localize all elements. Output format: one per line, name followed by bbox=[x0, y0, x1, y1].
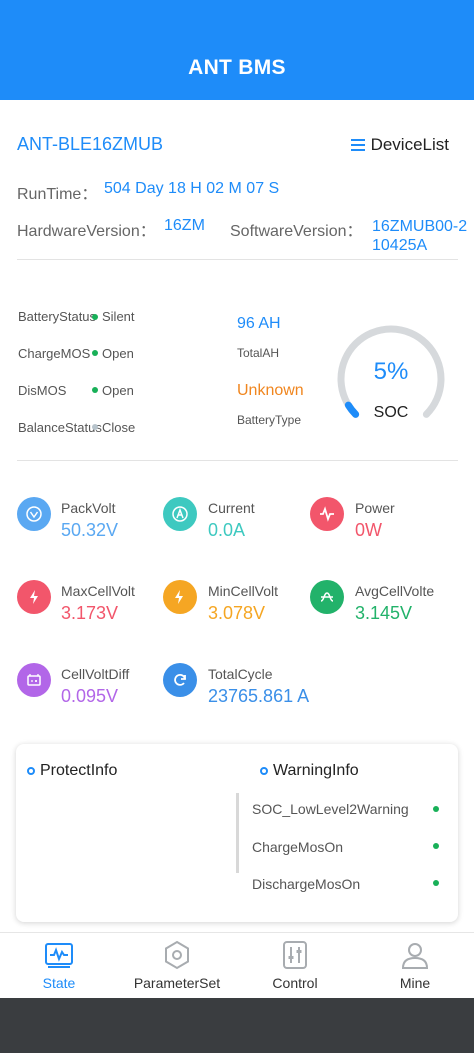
current-value: 0.0A bbox=[208, 520, 246, 540]
tab-state[interactable]: State bbox=[0, 933, 118, 999]
software-version-label: SoftwareVersion： bbox=[230, 223, 363, 240]
battery-status-dot bbox=[92, 314, 98, 320]
warning-dot bbox=[433, 806, 439, 812]
tab-parameter-set[interactable]: ParameterSet bbox=[118, 933, 236, 999]
total-cycle-label: TotalCycle bbox=[208, 666, 273, 682]
balance-status-label: BalanceStatus bbox=[18, 420, 102, 435]
min-cell-volt-label: MinCellVolt bbox=[208, 583, 279, 599]
device-name: ANT-BLE16ZMUB bbox=[17, 134, 164, 154]
pulse-icon bbox=[310, 497, 344, 531]
battery-type-label: BatteryType bbox=[237, 413, 302, 427]
dis-mos-dot bbox=[92, 387, 98, 393]
dis-mos-value: Open bbox=[102, 383, 134, 398]
system-nav-bar bbox=[0, 998, 474, 1053]
lightning-minus-icon bbox=[163, 580, 197, 614]
current-label: Current bbox=[208, 500, 255, 516]
hexagon-icon bbox=[165, 940, 189, 970]
max-cell-volt-value: 3.173V bbox=[61, 603, 119, 623]
list-icon bbox=[350, 139, 365, 151]
protect-info-title: ProtectInfo bbox=[40, 762, 118, 779]
app-title: ANT BMS bbox=[188, 56, 286, 79]
power-value: 0W bbox=[355, 520, 382, 540]
device-list-button[interactable]: DeviceList bbox=[350, 135, 449, 155]
warning-item: SOC_LowLevel2Warning bbox=[252, 801, 409, 817]
pack-volt-label: PackVolt bbox=[61, 500, 116, 516]
total-cycle-value: 23765.861 A bbox=[208, 686, 310, 706]
protect-info-header: ProtectInfo bbox=[27, 762, 117, 780]
charge-mos-label: ChargeMOS bbox=[18, 346, 91, 361]
battery-icon bbox=[17, 663, 51, 697]
soc-percent: 5% bbox=[373, 358, 409, 385]
user-icon bbox=[401, 943, 429, 969]
soc-label: SOC bbox=[373, 404, 409, 421]
total-ah-value: 96 AH bbox=[237, 315, 281, 332]
warning-divider bbox=[236, 793, 239, 873]
pack-volt-value: 50.32V bbox=[61, 520, 119, 540]
min-cell-volt-value: 3.078V bbox=[208, 603, 266, 623]
divider bbox=[17, 460, 458, 461]
dis-mos-label: DisMOS bbox=[18, 383, 67, 398]
battery-status-label: BatteryStatus bbox=[18, 309, 97, 324]
warning-dot bbox=[433, 880, 439, 886]
runtime-label: RunTime： bbox=[17, 186, 98, 203]
circle-icon bbox=[27, 767, 35, 775]
bottom-tab-bar: State ParameterSet Control Mine bbox=[0, 932, 474, 998]
charge-mos-dot bbox=[92, 350, 98, 356]
ampere-icon bbox=[163, 497, 197, 531]
tab-parameter-set-label: ParameterSet bbox=[133, 975, 221, 991]
sliders-icon bbox=[283, 941, 307, 969]
battery-status-value: Silent bbox=[102, 309, 135, 324]
cell-volt-diff-value: 0.095V bbox=[61, 686, 119, 706]
battery-type-value: Unknown bbox=[237, 382, 304, 399]
refresh-icon bbox=[163, 663, 197, 697]
warning-item: DischargeMosOn bbox=[252, 876, 361, 892]
tab-state-label: State bbox=[42, 975, 76, 991]
status-bar bbox=[0, 0, 474, 36]
chart-icon bbox=[45, 943, 73, 968]
wave-icon bbox=[310, 580, 344, 614]
balance-status-value: Close bbox=[102, 420, 136, 435]
divider bbox=[17, 259, 458, 260]
tab-control[interactable]: Control bbox=[236, 933, 354, 999]
lightning-plus-icon bbox=[17, 580, 51, 614]
avg-cell-volt-value: 3.145V bbox=[355, 603, 413, 623]
hardware-version-value: 16ZM bbox=[164, 217, 205, 234]
warning-info-title: WarningInfo bbox=[273, 762, 359, 779]
runtime-value: 504 Day 18 H 02 M 07 S bbox=[104, 180, 280, 197]
hardware-version-label: HardwareVersion： bbox=[17, 223, 156, 240]
charge-mos-value: Open bbox=[102, 346, 134, 361]
tab-mine[interactable]: Mine bbox=[356, 933, 474, 999]
warning-item: ChargeMosOn bbox=[252, 839, 344, 855]
balance-status-dot bbox=[92, 424, 98, 430]
warning-info-header: WarningInfo bbox=[260, 762, 359, 780]
app-bar: ANT BMS bbox=[0, 36, 474, 100]
power-label: Power bbox=[355, 500, 395, 516]
tab-control-label: Control bbox=[272, 975, 318, 991]
tab-mine-label: Mine bbox=[399, 975, 431, 991]
circle-icon bbox=[260, 767, 268, 775]
warning-dot bbox=[433, 843, 439, 849]
avg-cell-volt-label: AvgCellVolte bbox=[355, 583, 435, 599]
cell-volt-diff-label: CellVoltDiff bbox=[61, 666, 130, 682]
total-ah-label: TotalAH bbox=[237, 346, 280, 360]
max-cell-volt-label: MaxCellVolt bbox=[61, 583, 135, 599]
software-version-value: 16ZMUB00-210425A bbox=[372, 218, 468, 254]
triangle-down-icon bbox=[17, 497, 51, 531]
device-list-label: DeviceList bbox=[370, 135, 449, 154]
